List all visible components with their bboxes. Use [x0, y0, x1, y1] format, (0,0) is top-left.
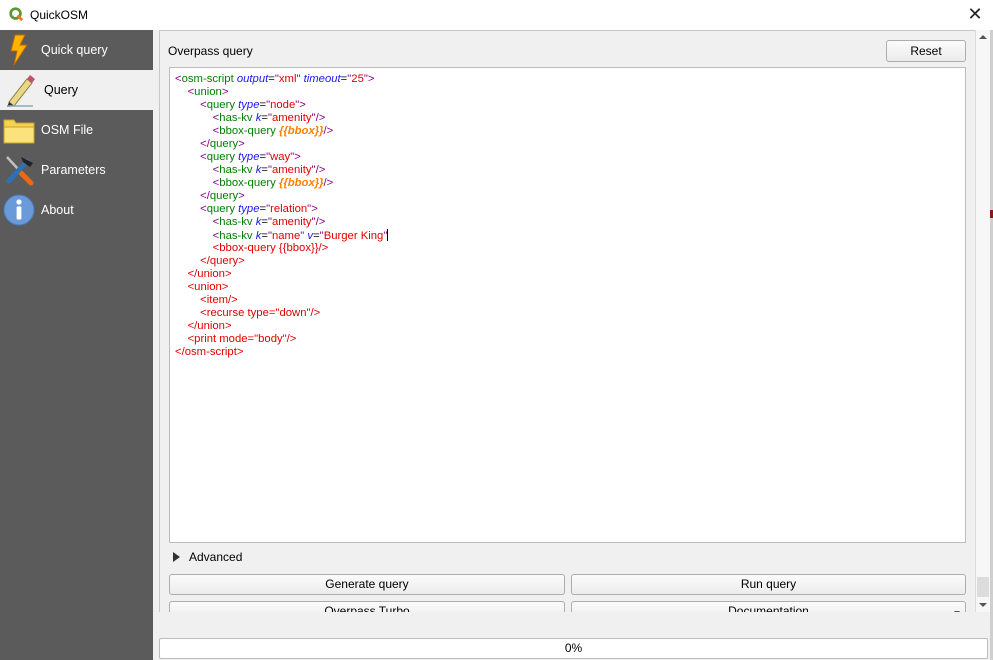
vertical-scrollbar[interactable] — [975, 30, 990, 612]
overpass-turbo-button[interactable]: Overpass Turbo — [169, 601, 565, 612]
qgis-logo-icon — [9, 7, 24, 22]
scroll-up-icon[interactable] — [979, 35, 987, 39]
code-line: </query> — [200, 138, 245, 150]
documentation-label: Documentation — [728, 604, 809, 612]
code-line: <item/> — [200, 294, 238, 306]
query-editor[interactable]: <osm-script output="xml" timeout="25"> <… — [169, 67, 966, 543]
code-line: <bbox-query {{bbox}}/> — [212, 242, 329, 254]
code-line: <has-kv k="amenity"/> — [212, 216, 326, 228]
sidebar-item-label: Query — [44, 83, 79, 97]
sidebar-item-osm-file[interactable]: OSM File — [0, 110, 153, 150]
sidebar-item-query[interactable]: Query — [0, 70, 153, 110]
sidebar-item-label: Quick query — [41, 43, 108, 57]
expand-arrow-icon — [173, 552, 180, 562]
scroll-down-icon[interactable] — [979, 603, 987, 607]
code-line: <union> — [187, 86, 229, 98]
clipped-button-row: Overpass Turbo Documentation — [159, 599, 969, 612]
code-line: <query type="relation"> — [200, 203, 318, 215]
window-title: QuickOSM — [30, 8, 89, 22]
generate-query-button[interactable]: Generate query — [169, 574, 565, 595]
code-line: <bbox-query {{bbox}}/> — [212, 177, 334, 189]
sidebar: Quick query Query OSM File Parameters Ab… — [0, 30, 153, 660]
code-line: <has-kv k="name" v="Burger King" — [212, 229, 389, 242]
code-line: <query type="way"> — [200, 151, 301, 163]
sidebar-item-parameters[interactable]: Parameters — [0, 150, 153, 190]
text-cursor — [387, 229, 389, 241]
advanced-toggle[interactable]: Advanced — [173, 550, 242, 564]
sidebar-item-quick-query[interactable]: Quick query — [0, 30, 153, 70]
sidebar-item-about[interactable]: About — [0, 190, 153, 230]
folder-icon — [3, 119, 35, 144]
progress-bar: 0% — [159, 638, 988, 659]
overpass-turbo-label: Overpass Turbo — [324, 604, 410, 612]
sidebar-item-label: Parameters — [41, 163, 106, 177]
code-line: <has-kv k="amenity"/> — [212, 164, 326, 176]
scroll-thumb[interactable] — [977, 577, 989, 597]
title-bar: QuickOSM ✕ — [0, 0, 993, 30]
close-icon[interactable]: ✕ — [966, 5, 984, 23]
info-icon — [3, 194, 35, 226]
code-line: <bbox-query {{bbox}}/> — [212, 125, 334, 137]
code-line: </query> — [200, 255, 245, 267]
sidebar-item-label: About — [41, 203, 74, 217]
sidebar-item-label: OSM File — [41, 123, 94, 137]
pencil-icon — [7, 75, 35, 107]
section-label: Overpass query — [168, 44, 253, 58]
tools-icon — [6, 156, 34, 186]
code-line: <union> — [187, 281, 229, 293]
dropdown-arrow-icon — [954, 611, 960, 612]
code-line: <recurse type="down"/> — [200, 307, 321, 319]
code-line: </union> — [187, 320, 232, 332]
lightning-icon — [10, 34, 28, 66]
code-line: </union> — [187, 268, 232, 280]
reset-button[interactable]: Reset — [886, 40, 966, 62]
documentation-dropdown[interactable]: Documentation — [571, 601, 966, 612]
code-line: <print mode="body"/> — [187, 333, 297, 345]
code-line: <osm-script output="xml" timeout="25"> — [175, 73, 375, 85]
code-line: </osm-script> — [175, 346, 244, 358]
code-line: <query type="node"> — [200, 99, 306, 111]
code-line: <has-kv k="amenity"/> — [212, 112, 326, 124]
advanced-label: Advanced — [189, 550, 243, 564]
run-query-button[interactable]: Run query — [571, 574, 966, 595]
code-line: </query> — [200, 190, 245, 202]
